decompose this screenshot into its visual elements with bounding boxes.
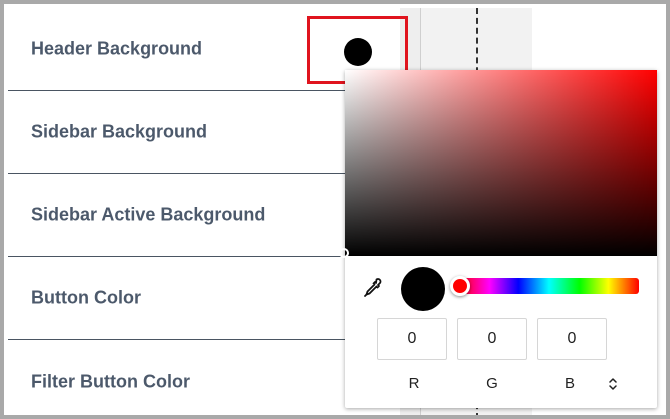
blue-channel-input[interactable] <box>537 318 607 360</box>
setting-row-sidebar-active-background[interactable]: Sidebar Active Background <box>8 174 400 257</box>
green-channel-label: G <box>486 375 498 392</box>
setting-row-filter-button-color[interactable]: Filter Button Color <box>8 340 400 415</box>
setting-label: Button Color <box>31 287 141 308</box>
saturation-pointer[interactable] <box>339 248 349 258</box>
red-channel-input[interactable] <box>377 318 447 360</box>
color-picker-popover: R G B <box>339 70 657 408</box>
setting-row-sidebar-background[interactable]: Sidebar Background <box>8 91 400 174</box>
green-channel-input[interactable] <box>457 318 527 360</box>
setting-label: Header Background <box>31 38 203 59</box>
screenshot-frame: Header Background Sidebar Background Sid… <box>0 0 670 419</box>
setting-label: Filter Button Color <box>31 371 190 391</box>
chevron-up-down-icon[interactable] <box>603 374 623 394</box>
setting-label: Sidebar Active Background <box>31 204 266 225</box>
saturation-value-area[interactable] <box>339 70 657 258</box>
current-color-preview <box>401 267 445 311</box>
setting-label: Sidebar Background <box>31 121 208 142</box>
hue-slider-thumb[interactable] <box>450 276 470 296</box>
blue-channel-label: B <box>564 375 575 392</box>
red-channel-label: R <box>408 375 420 392</box>
hue-slider[interactable] <box>450 276 639 296</box>
eyedropper-icon[interactable] <box>361 276 385 300</box>
setting-row-button-color[interactable]: Button Color <box>8 257 400 340</box>
